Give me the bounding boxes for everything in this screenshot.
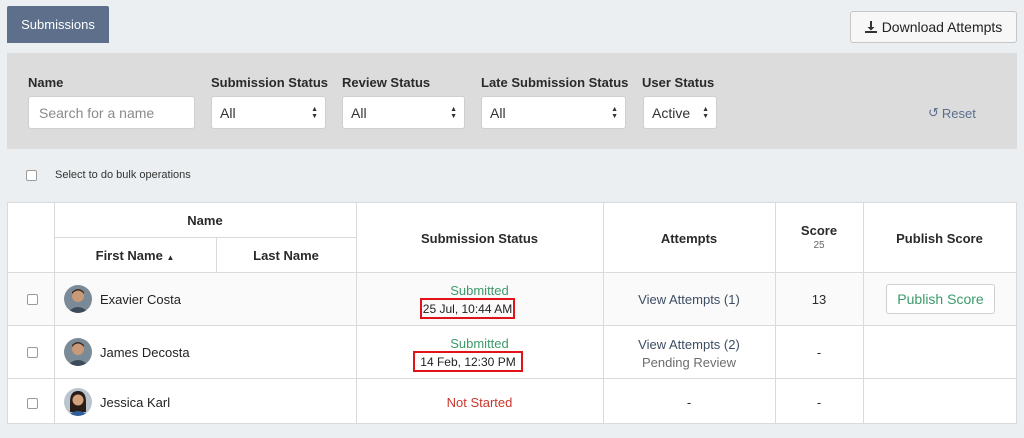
bulk-select-label: Select to do bulk operations xyxy=(55,169,191,181)
name-filter-label: Name xyxy=(28,75,64,90)
header-submission-status: Submission Status xyxy=(420,231,539,246)
score-value: 13 xyxy=(811,292,827,307)
submission-status: Submitted xyxy=(450,283,509,298)
reset-label: Reset xyxy=(941,105,976,121)
name-search-input[interactable] xyxy=(28,96,195,129)
header-score-max: 25 xyxy=(813,240,825,251)
download-attempts-button[interactable]: Download Attempts xyxy=(850,11,1017,43)
submission-date: 14 Feb, 12:30 PM xyxy=(413,351,523,372)
header-publish-score: Publish Score xyxy=(896,231,983,246)
reset-icon: ↺ xyxy=(928,105,939,120)
submission-status: Submitted xyxy=(450,336,509,351)
bulk-select-checkbox[interactable] xyxy=(26,169,37,181)
row-checkbox[interactable] xyxy=(27,347,38,358)
header-first-name[interactable]: First Name ▲ xyxy=(54,248,216,263)
user-status-label: User Status xyxy=(642,75,715,90)
header-first-name-label: First Name xyxy=(95,248,163,263)
reset-button[interactable]: ↺ Reset xyxy=(928,105,976,121)
submission-date: 25 Jul, 10:44 AM xyxy=(420,298,515,319)
attempts-value: - xyxy=(686,395,692,410)
row-checkbox[interactable] xyxy=(27,294,38,305)
attempts-note: Pending Review xyxy=(642,355,736,370)
avatar xyxy=(64,338,92,366)
bulk-select[interactable]: Select to do bulk operations xyxy=(26,169,191,181)
sort-asc-icon: ▲ xyxy=(166,253,175,262)
student-name: Exavier Costa xyxy=(100,292,181,307)
late-submission-status-select[interactable]: All ▲ ▼ xyxy=(481,96,626,129)
select-caret-icon: ▲ ▼ xyxy=(450,106,457,120)
user-status-value: Active xyxy=(652,104,691,121)
late-submission-status-value: All xyxy=(490,104,506,121)
review-status-label: Review Status xyxy=(342,75,431,90)
tab-submissions[interactable]: Submissions xyxy=(7,6,109,43)
select-caret-icon: ▲ ▼ xyxy=(611,106,618,120)
select-caret-icon: ▲ ▼ xyxy=(311,106,318,120)
select-caret-icon: ▲ ▼ xyxy=(702,106,709,120)
header-attempts: Attempts xyxy=(660,231,718,246)
submissions-table: Name First Name ▲ Last Name Submission S… xyxy=(7,202,1017,424)
view-attempts-link[interactable]: View Attempts (2) xyxy=(603,337,775,352)
view-attempts-link[interactable]: View Attempts (1) xyxy=(603,292,775,307)
submission-status-label: Submission Status xyxy=(211,75,329,90)
late-submission-status-label: Late Submission Status xyxy=(481,75,629,90)
review-status-value: All xyxy=(351,104,367,121)
avatar xyxy=(64,285,92,313)
header-last-name[interactable]: Last Name xyxy=(216,248,356,263)
score-value: - xyxy=(816,345,822,360)
submission-status-value: All xyxy=(220,104,236,121)
filter-panel: Name Submission Status All ▲▼ Review Sta… xyxy=(7,53,1017,149)
header-score: Score xyxy=(800,223,838,238)
download-icon xyxy=(864,21,877,33)
publish-score-button[interactable]: Publish Score xyxy=(886,284,995,314)
avatar xyxy=(64,388,92,416)
user-status-select[interactable]: Active ▲ ▼ xyxy=(643,96,717,129)
score-value: - xyxy=(816,395,822,410)
download-attempts-label: Download Attempts xyxy=(881,19,1003,35)
submission-status: Not Started xyxy=(446,395,513,410)
row-checkbox[interactable] xyxy=(27,398,38,409)
review-status-select[interactable]: All ▲ ▼ xyxy=(342,96,465,129)
submission-status-select[interactable]: All ▲ ▼ xyxy=(211,96,326,129)
header-name: Name xyxy=(187,213,223,228)
student-name: Jessica Karl xyxy=(100,395,171,410)
student-name: James Decosta xyxy=(100,345,190,360)
